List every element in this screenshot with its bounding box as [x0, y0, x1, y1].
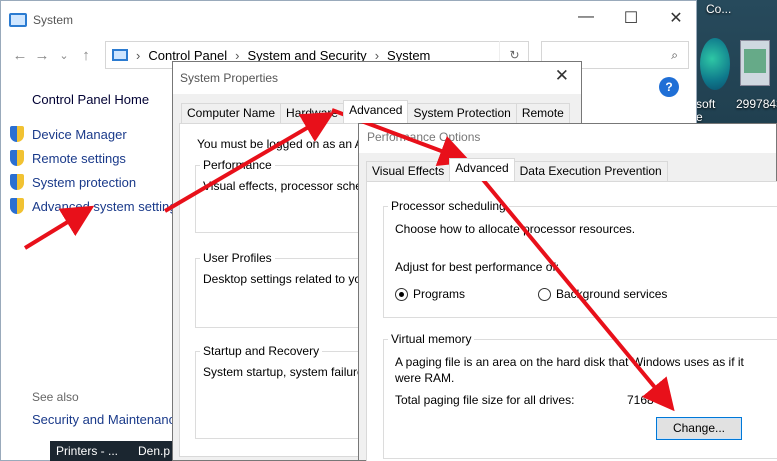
programs-radio[interactable]: Programs [395, 287, 465, 301]
performance-options-title: Performance Options [359, 124, 776, 153]
total-paging-value: 7168 [627, 393, 654, 407]
recent-chevron-icon[interactable]: ⌄ [53, 49, 75, 62]
sidebar-item-advanced-system-settings[interactable]: Advanced system settings [10, 198, 183, 214]
virtual-memory-description-2: were RAM. [395, 371, 455, 385]
performance-description: Visual effects, processor scheduli [203, 179, 381, 193]
tab-data-execution-prevention[interactable]: Data Execution Prevention [513, 161, 668, 181]
system-properties-tabs: Computer Name Hardware Advanced System P… [181, 100, 570, 123]
sidebar-item-label: Device Manager [32, 126, 127, 142]
desktop-label-left: soft [696, 97, 716, 111]
tab-remote[interactable]: Remote [515, 103, 570, 123]
system-app-icon [9, 12, 27, 27]
forward-arrow-icon[interactable]: → [31, 47, 53, 64]
security-maintenance-link[interactable]: Security and Maintenance [32, 412, 182, 427]
see-also-heading: See also [32, 390, 79, 404]
sidebar-item-label: Advanced system settings [32, 198, 184, 214]
processor-scheduling-label: Processor scheduling [388, 199, 509, 213]
tab-advanced[interactable]: Advanced [343, 100, 409, 123]
tab-computer-name[interactable]: Computer Name [181, 103, 282, 123]
advanced-tab-panel: Processor scheduling Choose how to alloc… [366, 181, 777, 461]
sidebar-item-device-manager[interactable]: Device Manager [10, 126, 127, 142]
chevron-right-icon: › [136, 47, 141, 63]
taskbar-item-printers[interactable]: Printers - ... [56, 444, 118, 458]
shield-icon [10, 174, 24, 190]
background-services-radio-label: Background services [556, 287, 668, 301]
sidebar-item-remote-settings[interactable]: Remote settings [10, 150, 126, 166]
back-arrow-icon[interactable]: ← [9, 47, 31, 64]
tab-hardware[interactable]: Hardware [280, 103, 345, 123]
control-panel-home-link[interactable]: Control Panel Home [32, 92, 149, 107]
desktop-label-top: Co... [706, 2, 732, 16]
startup-recovery-group-label: Startup and Recovery [200, 344, 323, 358]
shield-icon [10, 150, 24, 166]
edge-desktop-icon[interactable] [700, 38, 730, 90]
taskbar-item-den[interactable]: Den.p [138, 444, 170, 458]
virtual-memory-group: Virtual memory A paging file is an area … [383, 332, 777, 459]
system-title: System [33, 12, 74, 27]
radio-unchecked-icon [538, 287, 551, 301]
virtual-memory-label: Virtual memory [388, 332, 475, 346]
sidebar-item-system-protection[interactable]: System protection [10, 174, 136, 190]
control-panel-icon [112, 49, 128, 61]
total-paging-label: Total paging file size for all drives: [395, 393, 575, 407]
minimize-button[interactable]: — [576, 8, 596, 26]
desktop-label-left2: e [696, 110, 703, 124]
file-desktop-icon[interactable] [740, 40, 770, 86]
admin-note: You must be logged on as an Admi [197, 137, 383, 151]
shield-icon [10, 198, 24, 214]
close-icon[interactable]: ✕ [555, 66, 569, 86]
maximize-button[interactable]: ☐ [621, 8, 641, 28]
processor-scheduling-group: Processor scheduling Choose how to alloc… [383, 199, 777, 318]
up-arrow-icon[interactable]: ↑ [75, 47, 97, 64]
radio-checked-icon [395, 287, 408, 301]
programs-radio-label: Programs [413, 287, 466, 301]
adjust-label: Adjust for best performance of: [395, 260, 560, 274]
user-profiles-description: Desktop settings related to your s [203, 272, 382, 286]
performance-options-tabs: Visual Effects Advanced Data Execution P… [366, 158, 668, 181]
performance-group-label: Performance [200, 158, 275, 172]
user-profiles-group-label: User Profiles [200, 251, 275, 265]
help-icon[interactable]: ? [659, 77, 679, 97]
tab-visual-effects[interactable]: Visual Effects [366, 161, 451, 181]
taskbar-fragment: Printers - ... Den.p [50, 441, 176, 461]
tab-advanced[interactable]: Advanced [449, 158, 515, 181]
search-icon: ⌕ [671, 48, 678, 62]
processor-description: Choose how to allocate processor resourc… [395, 222, 636, 236]
virtual-memory-description-1: A paging file is an area on the hard dis… [395, 355, 744, 369]
background-services-radio[interactable]: Background services [538, 287, 667, 301]
sidebar-item-label: Remote settings [32, 150, 126, 166]
shield-icon [10, 126, 24, 142]
performance-options-dialog: Performance Options Visual Effects Advan… [358, 123, 777, 461]
system-properties-title: System Properties [173, 62, 581, 94]
sidebar-item-label: System protection [32, 174, 137, 190]
desktop-label-right: 2997843 [736, 97, 777, 111]
close-button[interactable]: ✕ [666, 8, 686, 28]
tab-system-protection[interactable]: System Protection [407, 103, 517, 123]
change-button[interactable]: Change... [656, 417, 742, 440]
